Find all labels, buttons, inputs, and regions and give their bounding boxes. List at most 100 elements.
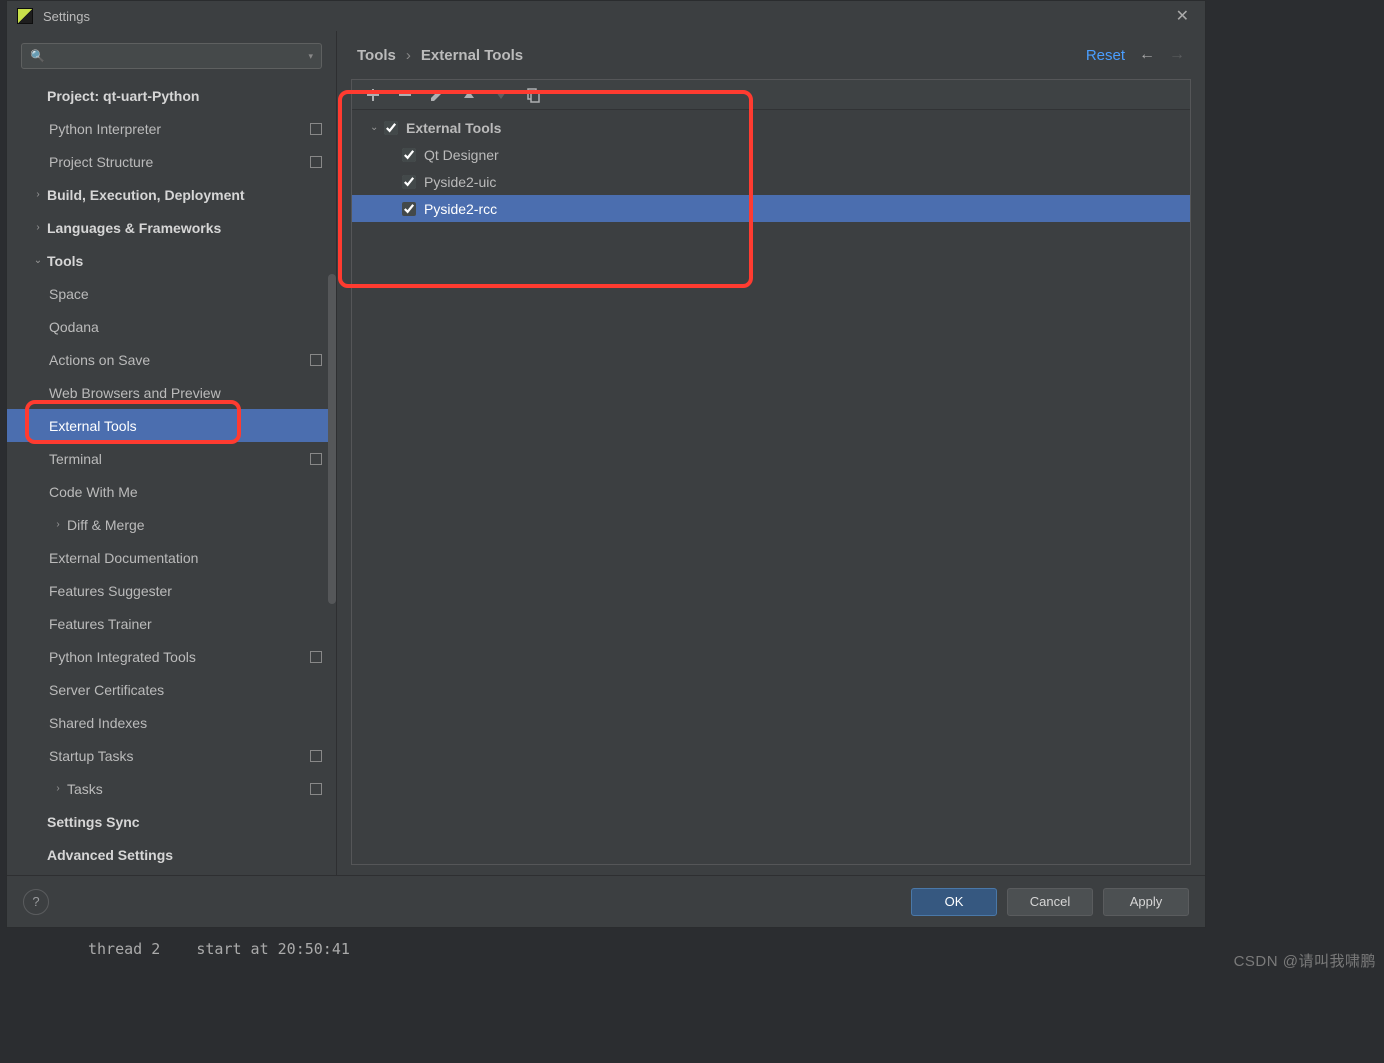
- tool-group-external-tools[interactable]: ⌄ External Tools: [352, 114, 1190, 141]
- apply-button[interactable]: Apply: [1103, 888, 1189, 916]
- sidebar-item-terminal[interactable]: Terminal: [7, 442, 336, 475]
- edit-button[interactable]: [424, 83, 450, 107]
- sidebar-item-label: Tasks: [67, 781, 304, 797]
- background-console-text: thread 2 start at 20:50:41: [88, 940, 350, 958]
- chevron-right-icon: ›: [29, 222, 47, 233]
- ok-button[interactable]: OK: [911, 888, 997, 916]
- titlebar: Settings ✕: [7, 1, 1205, 31]
- sidebar-item-code-with-me[interactable]: Code With Me: [7, 475, 336, 508]
- tool-label: Pyside2-rcc: [424, 201, 497, 217]
- sidebar-item-label: Shared Indexes: [49, 715, 322, 731]
- sidebar-item-label: Features Trainer: [49, 616, 322, 632]
- tool-tree: ⌄ External Tools Qt DesignerPyside2-uic Pys…: [352, 110, 1190, 864]
- crumb-external-tools: External Tools: [421, 47, 523, 64]
- chevron-down-icon[interactable]: ⌄: [370, 122, 384, 133]
- sidebar-item-label: Server Certificates: [49, 682, 322, 698]
- search-wrap: 🔍 ▾: [7, 39, 336, 79]
- sidebar-item-diff-merge[interactable]: ›Diff & Merge: [7, 508, 336, 541]
- tool-item-pyside2-rcc[interactable]: Pyside2-rcc: [352, 195, 1190, 222]
- sidebar-item-tasks[interactable]: ›Tasks: [7, 772, 336, 805]
- sidebar-item-label: Python Interpreter: [49, 121, 304, 137]
- sidebar-item-startup-tasks[interactable]: Startup Tasks: [7, 739, 336, 772]
- settings-sidebar: 🔍 ▾ Project: qt-uart-Python Python Interp…: [7, 31, 337, 875]
- close-icon[interactable]: ✕: [1170, 4, 1195, 28]
- settings-main: Tools › External Tools Reset ← →: [337, 31, 1205, 875]
- sidebar-scrollbar[interactable]: [328, 274, 336, 604]
- chevron-down-icon: ⌄: [29, 255, 47, 266]
- triangle-down-icon: [493, 87, 509, 103]
- sidebar-item-python-integrated-tools[interactable]: Python Integrated Tools: [7, 640, 336, 673]
- search-icon: 🔍: [30, 49, 45, 63]
- sidebar-item-project-structure[interactable]: Project Structure: [7, 145, 336, 178]
- dialog-body: 🔍 ▾ Project: qt-uart-Python Python Interp…: [7, 31, 1205, 875]
- search-caret-icon: ▾: [308, 51, 313, 62]
- sidebar-item-features-trainer[interactable]: Features Trainer: [7, 607, 336, 640]
- chevron-right-icon: ›: [29, 189, 47, 200]
- project-scope-icon: [310, 156, 322, 168]
- sidebar-item-languages-frameworks[interactable]: ›Languages & Frameworks: [7, 211, 336, 244]
- reset-link[interactable]: Reset: [1086, 47, 1125, 64]
- sidebar-item-label: Build, Execution, Deployment: [47, 187, 322, 203]
- sidebar-item-qodana[interactable]: Qodana: [7, 310, 336, 343]
- search-input[interactable]: [47, 49, 309, 64]
- tool-checkbox[interactable]: [402, 175, 416, 189]
- panel-toolbar: [352, 80, 1190, 110]
- cancel-button[interactable]: Cancel: [1007, 888, 1093, 916]
- watermark-text: CSDN @请叫我啸鹏: [1234, 950, 1376, 971]
- sidebar-item-label: Actions on Save: [49, 352, 304, 368]
- nav-forward-icon: →: [1169, 46, 1185, 64]
- sidebar-item-label: External Documentation: [49, 550, 322, 566]
- search-box[interactable]: 🔍 ▾: [21, 43, 322, 69]
- crumb-tools[interactable]: Tools: [357, 47, 396, 64]
- add-button[interactable]: [360, 83, 386, 107]
- sidebar-item-python-interpreter[interactable]: Python Interpreter: [7, 112, 336, 145]
- settings-tree: Project: qt-uart-Python Python Interprete…: [7, 79, 336, 875]
- sidebar-item-label: Tools: [47, 253, 322, 269]
- pencil-icon: [429, 87, 445, 103]
- dialog-footer: ? OK Cancel Apply: [7, 875, 1205, 927]
- sidebar-item-actions-on-save[interactable]: Actions on Save: [7, 343, 336, 376]
- copy-icon: [525, 87, 541, 103]
- tool-item-qt-designer[interactable]: Qt Designer: [352, 141, 1190, 168]
- chevron-right-icon: ›: [49, 519, 67, 530]
- tool-checkbox[interactable]: [402, 202, 416, 216]
- sidebar-item-label: Space: [49, 286, 322, 302]
- sidebar-item-project-qt-uart-python[interactable]: Project: qt-uart-Python: [7, 79, 336, 112]
- sidebar-item-label: Web Browsers and Preview: [49, 385, 322, 401]
- tool-checkbox[interactable]: [402, 148, 416, 162]
- sidebar-item-label: Diff & Merge: [67, 517, 322, 533]
- move-up-button[interactable]: [456, 83, 482, 107]
- nav-back-icon[interactable]: ←: [1139, 46, 1155, 64]
- tool-item-pyside2-uic[interactable]: Pyside2-uic: [352, 168, 1190, 195]
- chevron-right-icon: ›: [406, 47, 411, 64]
- external-tools-panel: ⌄ External Tools Qt DesignerPyside2-uic Pys…: [351, 79, 1191, 865]
- sidebar-item-label: Advanced Settings: [47, 847, 322, 863]
- tool-checkbox[interactable]: [384, 121, 398, 135]
- sidebar-item-space[interactable]: Space: [7, 277, 336, 310]
- pycharm-icon: [17, 8, 33, 24]
- sidebar-item-shared-indexes[interactable]: Shared Indexes: [7, 706, 336, 739]
- sidebar-item-label: Languages & Frameworks: [47, 220, 322, 236]
- plus-icon: [365, 87, 381, 103]
- remove-button[interactable]: [392, 83, 418, 107]
- sidebar-item-build-execution-deployment[interactable]: ›Build, Execution, Deployment: [7, 178, 336, 211]
- triangle-up-icon: [461, 87, 477, 103]
- sidebar-item-tools[interactable]: ⌄Tools: [7, 244, 336, 277]
- sidebar-item-server-certificates[interactable]: Server Certificates: [7, 673, 336, 706]
- sidebar-item-external-tools[interactable]: External Tools: [7, 409, 336, 442]
- copy-button[interactable]: [520, 83, 546, 107]
- sidebar-item-web-browsers-and-preview[interactable]: Web Browsers and Preview: [7, 376, 336, 409]
- project-scope-icon: [310, 750, 322, 762]
- project-scope-icon: [310, 123, 322, 135]
- project-scope-icon: [310, 783, 322, 795]
- tool-label: External Tools: [406, 120, 501, 136]
- project-scope-icon: [310, 354, 322, 366]
- sidebar-item-advanced-settings[interactable]: Advanced Settings: [7, 838, 336, 871]
- sidebar-item-external-documentation[interactable]: External Documentation: [7, 541, 336, 574]
- sidebar-item-settings-sync[interactable]: Settings Sync: [7, 805, 336, 838]
- minus-icon: [397, 87, 413, 103]
- settings-dialog: Settings ✕ 🔍 ▾ Project: qt-uart-Python Py…: [6, 0, 1206, 928]
- help-button[interactable]: ?: [23, 889, 49, 915]
- sidebar-item-label: Terminal: [49, 451, 304, 467]
- sidebar-item-features-suggester[interactable]: Features Suggester: [7, 574, 336, 607]
